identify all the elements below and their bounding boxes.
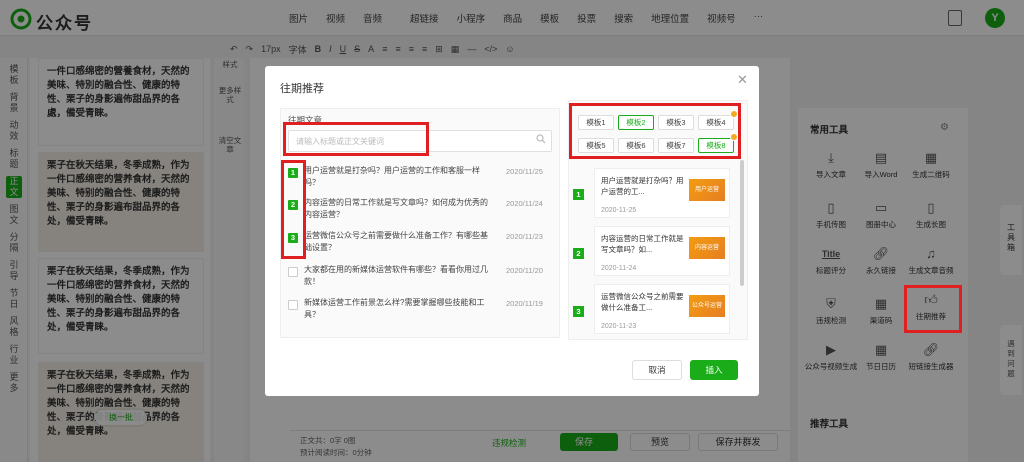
article-row[interactable]: 3 运营微信公众号之前需要做什么准备工作？有哪些基础设置？ 2020/11/23 bbox=[288, 230, 552, 260]
article-row[interactable]: 1 用户运营就是打杂吗？用户运营的工作和客服一样吗？ 2020/11/25 bbox=[288, 165, 552, 195]
article-checkbox[interactable] bbox=[288, 300, 298, 310]
article-row[interactable]: 2 内容运营的日常工作就是写文章吗？如何成为优秀的内容运营？ 2020/11/24 bbox=[288, 197, 552, 227]
preview-scrollbar[interactable] bbox=[740, 160, 744, 286]
article-checkbox[interactable] bbox=[288, 267, 298, 277]
highlight-numbers bbox=[281, 160, 306, 259]
preview-card: 运营微信公众号之前需要做什么准备工... 2020-11-23 公众号运营 bbox=[594, 284, 730, 334]
preview-number: 3 bbox=[573, 306, 584, 317]
preview-card: 内容运营的日常工作就是写文章吗？如... 2020-11-24 内容运营 bbox=[594, 226, 730, 276]
preview-number: 2 bbox=[573, 248, 584, 259]
highlight-templates bbox=[569, 103, 741, 159]
highlight-search bbox=[283, 122, 429, 156]
article-row[interactable]: 新媒体运营工作前景怎么样?需要掌握哪些技能和工具？ 2020/11/19 bbox=[288, 297, 552, 327]
dialog-title: 往期推荐 bbox=[280, 83, 324, 95]
close-icon[interactable]: ✕ bbox=[737, 72, 748, 88]
preview-number: 1 bbox=[573, 189, 584, 200]
cancel-button[interactable]: 取消 bbox=[632, 360, 682, 380]
thumbnail-image: 公众号运营 bbox=[689, 295, 725, 317]
thumbnail-image: 内容运营 bbox=[689, 237, 725, 259]
article-row[interactable]: 大家都在用的新媒体运营软件有哪些？看看你用过几款！ 2020/11/20 bbox=[288, 264, 552, 294]
insert-button[interactable]: 插入 bbox=[690, 360, 738, 380]
highlight-past-recommend-tool bbox=[904, 285, 962, 333]
thumbnail-image: 用户运营 bbox=[689, 179, 725, 201]
search-icon[interactable] bbox=[536, 134, 546, 144]
preview-card: 用户运营就是打杂吗？用户运营的工... 2020-11-25 用户运营 bbox=[594, 168, 730, 218]
